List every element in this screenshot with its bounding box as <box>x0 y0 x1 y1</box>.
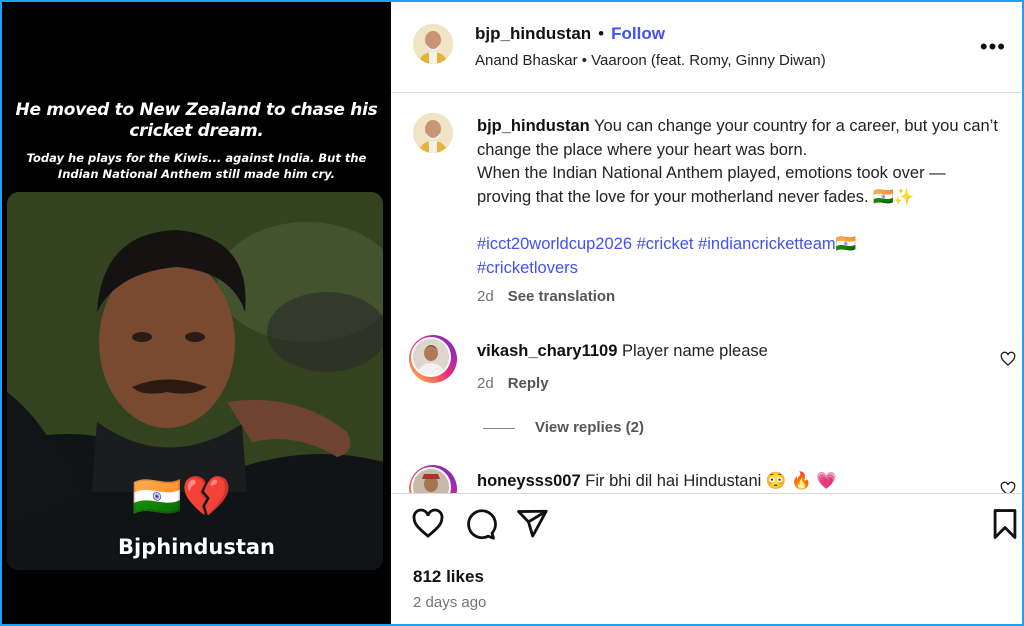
commenter-avatar[interactable] <box>409 335 457 383</box>
author-avatar-image <box>413 24 453 64</box>
author-avatar[interactable] <box>413 24 453 64</box>
post-caption: bjp_hindustan You can change your countr… <box>477 115 1002 209</box>
comment-username[interactable]: honeysss007 <box>477 472 581 490</box>
post-details: bjp_hindustan • Follow Anand Bhaskar • Vaa… <box>391 2 1022 624</box>
like-comment-icon[interactable] <box>1000 481 1016 494</box>
media-subline: Today he plays for the Kiwis... against … <box>26 151 367 181</box>
hashtag-link[interactable]: #indiancricketteam🇮🇳 <box>698 235 856 253</box>
post-header: bjp_hindustan • Follow Anand Bhaskar • Vaa… <box>391 2 1022 93</box>
author-username[interactable]: bjp_hindustan <box>475 24 591 43</box>
caption-avatar-image <box>413 113 453 153</box>
commenter-avatar-image <box>413 469 449 493</box>
separator-dot: • <box>598 24 605 43</box>
caption-text-2: When the Indian National Anthem played, … <box>477 164 946 206</box>
comment-body: Fir bhi dil hai Hindustani 😳 🔥 💗 <box>580 472 837 490</box>
view-replies-button[interactable]: View replies (2) <box>483 419 644 436</box>
view-replies-label: View replies (2) <box>535 419 644 436</box>
commenter-avatar[interactable] <box>409 465 457 493</box>
hashtag-link[interactable]: #icct20worldcup2026 <box>477 235 632 253</box>
share-icon[interactable] <box>515 507 549 541</box>
caption-age: 2d <box>477 288 494 305</box>
post-window: He moved to New Zealand to chase his cri… <box>0 0 1024 626</box>
hashtag-link[interactable]: #cricketlovers <box>477 259 578 277</box>
likes-count[interactable]: 812 likes <box>413 567 484 587</box>
action-bar <box>391 507 1022 547</box>
comment-age: 2d <box>477 375 494 392</box>
post-timestamp: 2 days ago <box>413 594 487 611</box>
like-comment-icon[interactable] <box>1000 351 1016 367</box>
bookmark-icon[interactable] <box>988 507 1022 541</box>
caption-author-avatar[interactable] <box>413 113 453 153</box>
comment-icon[interactable] <box>463 507 497 541</box>
replies-divider <box>483 427 515 429</box>
hashtag-link[interactable]: #cricket <box>637 235 694 253</box>
caption-username[interactable]: bjp_hindustan <box>477 117 590 135</box>
audio-track[interactable]: Anand Bhaskar • Vaaroon (feat. Romy, Gin… <box>475 52 826 69</box>
more-options-icon[interactable]: ••• <box>980 34 1006 60</box>
media-watermark: Bjphindustan <box>118 535 275 559</box>
author-line: bjp_hindustan • Follow <box>475 24 665 44</box>
post-media[interactable]: He moved to New Zealand to chase his cri… <box>2 2 391 624</box>
caption-meta: 2d See translation <box>477 288 615 305</box>
media-headline: He moved to New Zealand to chase his cri… <box>15 100 378 141</box>
caption-hashtags: #icct20worldcup2026 #cricket #indiancric… <box>477 233 1002 280</box>
comment-text: vikash_chary1109 Player name please <box>477 342 768 361</box>
commenter-avatar-image <box>413 339 449 375</box>
comment-body: Player name please <box>617 342 768 360</box>
comment-text: honeysss007 Fir bhi dil hai Hindustani 😳… <box>477 472 837 491</box>
see-translation-button[interactable]: See translation <box>508 288 616 305</box>
heart-icon[interactable] <box>411 507 445 541</box>
comments-section[interactable]: bjp_hindustan You can change your countr… <box>391 93 1022 494</box>
reply-button[interactable]: Reply <box>508 375 549 392</box>
follow-button[interactable]: Follow <box>611 24 665 43</box>
flag-broken-heart-emojis: 🇮🇳💔 <box>132 475 232 519</box>
comment-meta: 2d Reply <box>477 375 549 392</box>
comment-username[interactable]: vikash_chary1109 <box>477 342 617 360</box>
